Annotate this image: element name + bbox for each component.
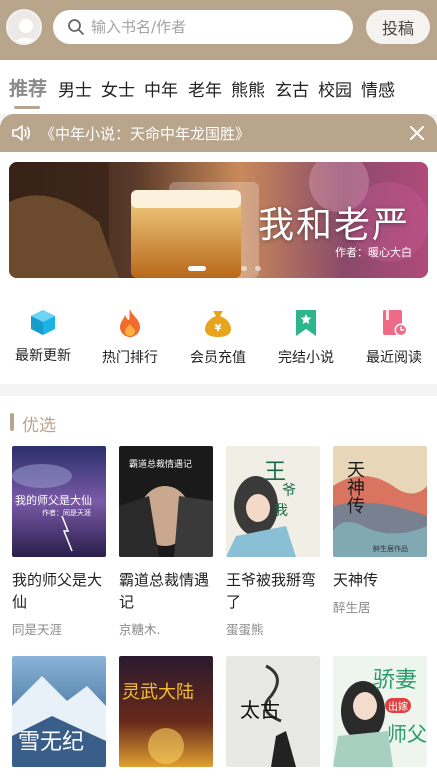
book-card[interactable]: 天神传 醉生居作品 天神传 醉生居 bbox=[333, 446, 427, 616]
cover-title: 天神传 bbox=[344, 460, 365, 514]
carousel-dot-active bbox=[188, 266, 206, 271]
category-tabs: 推荐 男士 女士 中年 老年 熊熊 玄古 校园 情感 bbox=[0, 60, 437, 114]
money-bag-icon: ¥ bbox=[205, 311, 231, 337]
announcement-bar[interactable]: 《中年小说：天命中年龙国胜》 bbox=[0, 114, 437, 152]
book-card[interactable]: 霸道总裁情遇记 霸道总裁情遇记 京糖木. bbox=[119, 446, 213, 638]
book-cover[interactable]: 霸道总裁情遇记 bbox=[119, 446, 213, 557]
close-icon[interactable] bbox=[410, 126, 424, 140]
cover-subtitle: 师父 bbox=[387, 722, 427, 746]
book-author: 同是天涯 bbox=[12, 622, 63, 637]
cover-title: 我的师父是大仙 bbox=[15, 494, 92, 507]
search-input[interactable] bbox=[91, 18, 331, 36]
submit-manuscript-button[interactable]: 投稿 bbox=[366, 10, 430, 44]
book-card[interactable]: 雪无纪 bbox=[12, 656, 106, 767]
cover-title: 太古 bbox=[240, 698, 280, 722]
cover-title: 骄妻 bbox=[373, 668, 418, 693]
menu-label: 完结小说 bbox=[278, 350, 334, 366]
book-card[interactable]: 骄妻 出嫁 师父 bbox=[333, 656, 427, 767]
active-tab-indicator bbox=[14, 106, 40, 109]
menu-label: 最近阅读 bbox=[366, 350, 422, 366]
menu-label: 最新更新 bbox=[15, 348, 71, 364]
tab-women[interactable]: 女士 bbox=[101, 76, 135, 101]
banner-slide[interactable]: 我和老严 作者：暖心大白 bbox=[9, 162, 428, 278]
banner-area: 我和老严 作者：暖心大白 bbox=[0, 152, 437, 290]
book-author: 蛋蛋熊 bbox=[226, 622, 264, 637]
menu-completed-novels[interactable]: 完结小说 bbox=[263, 308, 349, 367]
tab-elderly[interactable]: 老年 bbox=[188, 76, 222, 101]
menu-hot-ranking[interactable]: 热门排行 bbox=[87, 308, 173, 367]
cover-subtitle: 醉生居作品 bbox=[373, 545, 408, 553]
book-card[interactable]: 太古 bbox=[226, 656, 320, 767]
cover-subtitle: 作者：同是天涯 bbox=[42, 509, 91, 517]
carousel-dot bbox=[241, 266, 247, 271]
tab-middle-aged[interactable]: 中年 bbox=[144, 76, 178, 101]
picks-section: 优选 我的师父是大仙 作者：同是天涯 我的师父是大仙 同是天涯 霸道总裁情遇记 bbox=[0, 396, 437, 776]
avatar[interactable] bbox=[6, 9, 42, 45]
search-box[interactable] bbox=[53, 10, 353, 44]
cover-subtitle: 出嫁 bbox=[385, 698, 411, 713]
book-cover[interactable]: 灵武大陆 bbox=[119, 656, 213, 767]
book-title[interactable]: 霸道总裁情遇记 bbox=[119, 569, 219, 613]
book-title[interactable]: 我的师父是大仙 bbox=[12, 569, 112, 613]
tab-romance[interactable]: 情感 bbox=[361, 76, 395, 101]
banner-title: 我和老严 bbox=[257, 205, 410, 246]
section-accent-bar bbox=[10, 413, 14, 431]
book-card[interactable]: 我的师父是大仙 作者：同是天涯 我的师父是大仙 同是天涯 bbox=[12, 446, 106, 638]
tab-campus[interactable]: 校园 bbox=[318, 76, 352, 101]
tab-xuangu[interactable]: 玄古 bbox=[275, 76, 309, 101]
banner-author: 作者：暖心大白 bbox=[335, 246, 412, 259]
announcement-text[interactable]: 《中年小说：天命中年龙国胜》 bbox=[40, 123, 250, 144]
menu-vip-recharge[interactable]: ¥ 会员充值 bbox=[175, 308, 261, 367]
cover-title: 灵武大陆 bbox=[122, 682, 194, 703]
user-avatar-icon bbox=[13, 19, 39, 43]
book-author: 醉生居 bbox=[333, 600, 371, 615]
book-cover[interactable]: 骄妻 出嫁 师父 bbox=[333, 656, 427, 767]
cover-title-glyph: 爷 bbox=[282, 483, 296, 499]
bookmark-icon bbox=[296, 310, 316, 336]
tab-recommend[interactable]: 推荐 bbox=[9, 74, 47, 101]
carousel-dot bbox=[255, 266, 261, 271]
menu-label: 热门排行 bbox=[102, 350, 158, 366]
tab-bear[interactable]: 熊熊 bbox=[231, 76, 265, 101]
cover-title: 霸道总裁情遇记 bbox=[129, 460, 193, 470]
tab-men[interactable]: 男士 bbox=[58, 76, 92, 101]
book-clock-icon bbox=[383, 310, 408, 337]
cover-title-glyph: 我 bbox=[274, 503, 288, 519]
menu-label: 会员充值 bbox=[190, 350, 246, 366]
menu-latest-updates[interactable]: 最新更新 bbox=[0, 308, 86, 365]
book-title[interactable]: 天神传 bbox=[333, 569, 433, 591]
book-cover[interactable]: 雪无纪 bbox=[12, 656, 106, 767]
section-title: 优选 bbox=[22, 416, 56, 436]
book-title[interactable]: 王爷被我掰弯了 bbox=[226, 569, 326, 613]
book-cover[interactable]: 天神传 醉生居作品 bbox=[333, 446, 427, 557]
book-cover-image bbox=[119, 656, 213, 767]
menu-recent-reading[interactable]: 最近阅读 bbox=[351, 308, 437, 367]
svg-text:¥: ¥ bbox=[215, 323, 222, 334]
flame-icon bbox=[120, 309, 140, 337]
book-cover[interactable]: 太古 bbox=[226, 656, 320, 767]
book-author: 京糖木. bbox=[119, 622, 161, 637]
speaker-icon bbox=[12, 125, 31, 141]
top-bar: 投稿 bbox=[0, 0, 437, 60]
cube-icon bbox=[31, 310, 55, 335]
cover-title: 雪无纪 bbox=[18, 730, 85, 755]
book-card[interactable]: 王 爷 我 王爷被我掰弯了 蛋蛋熊 bbox=[226, 446, 320, 638]
book-cover[interactable]: 王 爷 我 bbox=[226, 446, 320, 557]
search-icon bbox=[68, 19, 84, 35]
book-card[interactable]: 灵武大陆 bbox=[119, 656, 213, 767]
book-cover[interactable]: 我的师父是大仙 作者：同是天涯 bbox=[12, 446, 106, 557]
quick-menu: 最新更新 热门排行 ¥ 会员充值 完结小说 最近阅读 bbox=[0, 290, 437, 384]
